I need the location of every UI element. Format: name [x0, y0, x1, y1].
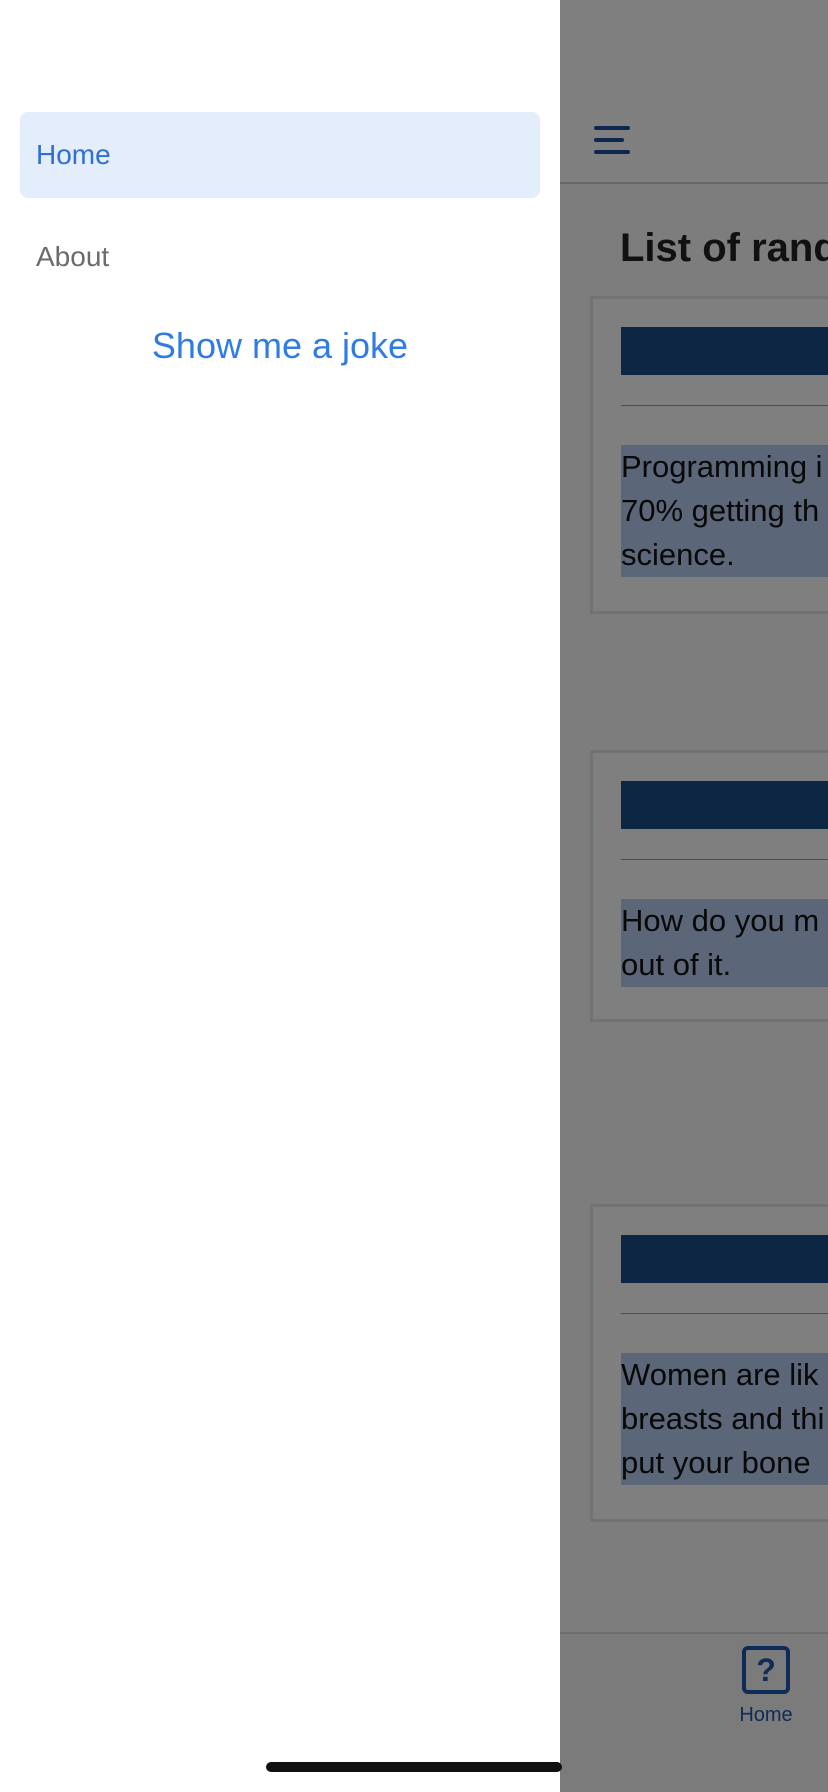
joke-card: Programming i 70% getting th science.: [590, 296, 828, 614]
joke-text: How do you m out of it.: [621, 899, 828, 987]
battery-level: [749, 42, 771, 54]
drawer-item-about[interactable]: About: [20, 214, 540, 300]
battery-icon: [744, 37, 796, 59]
tab-bar: ? Home: [560, 1632, 828, 1792]
card-header: [621, 781, 828, 829]
tab-home-label: Home: [739, 1704, 793, 1726]
tab-home[interactable]: ? Home: [728, 1646, 804, 1727]
page-title: List of rand: [620, 226, 828, 270]
joke-text: Programming i 70% getting th science.: [621, 445, 828, 577]
show-joke-link[interactable]: Show me a joke: [0, 318, 560, 374]
battery-tip: [798, 44, 801, 53]
home-indicator[interactable]: [266, 1762, 562, 1772]
card-divider: [621, 859, 828, 860]
card-divider: [621, 405, 828, 406]
joke-card: Women are lik breasts and thi put your b…: [590, 1204, 828, 1522]
wifi-icon: [700, 34, 736, 60]
hamburger-menu-icon[interactable]: [594, 126, 630, 154]
card-header: [621, 1235, 828, 1283]
joke-text: Women are lik breasts and thi put your b…: [621, 1353, 828, 1485]
signal-icon: [652, 36, 690, 62]
navigation-drawer: Home About Show me a joke: [0, 0, 560, 1792]
card-divider: [621, 1313, 828, 1314]
drawer-item-label: About: [36, 241, 110, 272]
app-header: [560, 100, 828, 184]
drawer-item-label: Home: [36, 139, 111, 170]
joke-card: How do you m out of it.: [590, 750, 828, 1022]
card-header: [621, 327, 828, 375]
joke-list-content[interactable]: List of rand Programming i 70% getting t…: [560, 184, 828, 1632]
drawer-item-home[interactable]: Home: [20, 112, 540, 198]
question-mark-icon: ?: [742, 1646, 790, 1694]
